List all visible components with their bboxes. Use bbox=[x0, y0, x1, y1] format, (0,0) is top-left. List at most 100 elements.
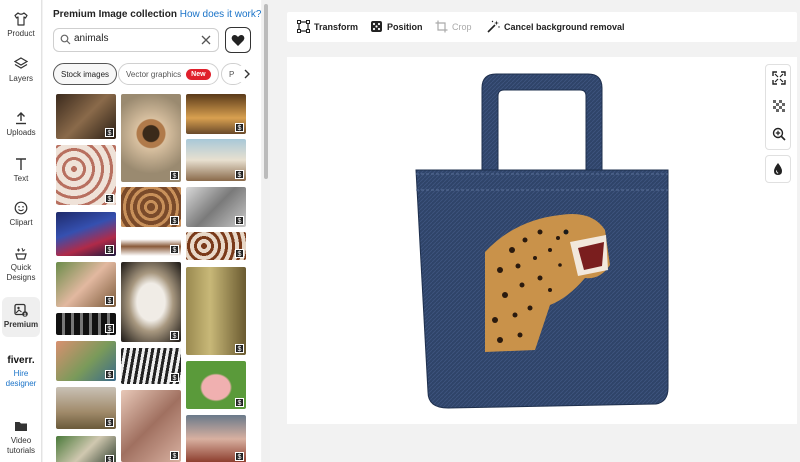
rail-product-label: Product bbox=[7, 29, 35, 38]
crop-icon bbox=[435, 20, 448, 33]
search-box bbox=[53, 28, 219, 52]
close-icon[interactable] bbox=[200, 34, 212, 46]
search-input[interactable] bbox=[74, 33, 194, 44]
transform-icon bbox=[297, 20, 310, 33]
price-badge: $ bbox=[105, 324, 114, 333]
image-result[interactable]: $ bbox=[186, 232, 246, 260]
image-result[interactable]: $ bbox=[56, 387, 116, 429]
rail-premium[interactable]: $ Premium bbox=[2, 297, 40, 337]
image-result[interactable]: $ bbox=[56, 94, 116, 139]
price-badge: $ bbox=[170, 171, 179, 180]
rail-uploads[interactable]: Uploads bbox=[0, 111, 42, 138]
panel-title-text: Premium Image collection bbox=[53, 9, 177, 20]
image-result[interactable]: $ bbox=[121, 348, 181, 384]
rail-layers[interactable]: Layers bbox=[0, 57, 42, 84]
image-results-grid: $ $ $ $ $ $ $ $ $ $ $ $ $ $ $ $ $ $ $ $ … bbox=[53, 92, 249, 462]
editor-toolbar: Transform Position Crop Cancel backgroun… bbox=[287, 12, 797, 42]
chevron-right-icon bbox=[244, 69, 250, 79]
scrollbar-thumb[interactable] bbox=[264, 4, 268, 179]
price-badge: $ bbox=[235, 216, 244, 225]
magic-icon bbox=[15, 247, 27, 260]
transform-button[interactable]: Transform bbox=[297, 20, 358, 33]
layers-icon bbox=[14, 57, 28, 69]
rail-clipart[interactable]: Clipart bbox=[0, 201, 42, 228]
chip-partial-label: P bbox=[229, 69, 235, 79]
panel-title: Premium Image collection How does it wor… bbox=[53, 9, 261, 20]
fullscreen-icon[interactable] bbox=[772, 71, 786, 85]
magic-wand-icon bbox=[487, 20, 500, 33]
ink-drop-icon bbox=[774, 163, 782, 175]
left-rail: Product Layers Uploads Text Clipart Quic… bbox=[0, 0, 42, 462]
price-badge: $ bbox=[235, 398, 244, 407]
image-result[interactable]: $ bbox=[186, 267, 246, 355]
price-badge: $ bbox=[105, 455, 114, 462]
text-icon bbox=[16, 158, 26, 170]
rail-video-tutorials-label: Video tutorials bbox=[6, 436, 35, 455]
hire-designer-link[interactable]: Hire designer bbox=[5, 369, 37, 389]
rail-quick-designs[interactable]: Quick Designs bbox=[0, 246, 42, 283]
price-badge: $ bbox=[105, 128, 114, 137]
how-it-works-link[interactable]: How does it work? bbox=[180, 9, 262, 20]
position-button[interactable]: Position bbox=[370, 20, 423, 33]
price-badge: $ bbox=[170, 216, 179, 225]
image-result[interactable]: $ bbox=[121, 232, 181, 256]
image-result[interactable]: $ bbox=[56, 341, 116, 381]
rail-premium-label: Premium bbox=[3, 320, 39, 329]
canvas-side-tools bbox=[765, 64, 791, 150]
image-result[interactable]: $ bbox=[121, 187, 181, 227]
panel-scrollbar[interactable] bbox=[262, 0, 270, 462]
chip-stock-images[interactable]: Stock images bbox=[53, 63, 118, 85]
rail-text-label: Text bbox=[13, 174, 29, 183]
price-badge: $ bbox=[170, 245, 179, 254]
fiverr-logo: fiverr. bbox=[7, 355, 35, 366]
image-result[interactable]: $ bbox=[121, 390, 181, 462]
rail-product[interactable]: Product bbox=[0, 12, 42, 39]
price-badge: $ bbox=[170, 451, 179, 460]
price-badge: $ bbox=[105, 296, 114, 305]
cancel-bg-label: Cancel background removal bbox=[504, 21, 625, 32]
ink-button[interactable] bbox=[765, 155, 791, 183]
category-chips: Stock images Vector graphics New P bbox=[53, 63, 255, 85]
premium-image-panel: Premium Image collection How does it wor… bbox=[43, 0, 261, 462]
rail-video-tutorials[interactable]: Video tutorials bbox=[0, 419, 42, 456]
image-result[interactable]: $ bbox=[56, 145, 116, 205]
rail-hire-designer[interactable]: fiverr. Hire designer bbox=[0, 356, 42, 389]
chips-next-button[interactable] bbox=[239, 66, 255, 82]
price-badge: $ bbox=[235, 249, 244, 258]
image-result[interactable]: $ bbox=[186, 415, 246, 462]
price-badge: $ bbox=[105, 418, 114, 427]
crop-button[interactable]: Crop bbox=[435, 20, 472, 33]
image-result[interactable]: $ bbox=[186, 139, 246, 181]
image-result[interactable]: $ bbox=[56, 262, 116, 307]
image-result[interactable]: $ bbox=[56, 313, 116, 335]
image-result[interactable]: $ bbox=[56, 436, 116, 462]
rail-text[interactable]: Text bbox=[0, 157, 42, 184]
image-result[interactable]: $ bbox=[186, 94, 246, 134]
transform-label: Transform bbox=[314, 21, 359, 32]
price-badge: $ bbox=[105, 194, 114, 203]
rail-clipart-label: Clipart bbox=[9, 218, 33, 227]
price-badge: $ bbox=[235, 452, 244, 461]
tshirt-icon bbox=[14, 12, 28, 26]
smiley-icon bbox=[14, 201, 28, 215]
search-icon bbox=[60, 34, 71, 45]
image-result[interactable]: $ bbox=[121, 94, 181, 182]
image-result[interactable]: $ bbox=[186, 361, 246, 409]
image-result[interactable]: $ bbox=[56, 212, 116, 256]
tote-bag-mockup[interactable] bbox=[400, 70, 680, 415]
cancel-background-removal-button[interactable]: Cancel background removal bbox=[487, 20, 625, 33]
price-badge: $ bbox=[170, 331, 179, 340]
zoom-in-icon[interactable] bbox=[772, 127, 786, 141]
price-badge: $ bbox=[235, 170, 244, 179]
image-result[interactable]: $ bbox=[121, 262, 181, 342]
transparency-grid-icon[interactable] bbox=[772, 99, 786, 113]
upload-icon bbox=[16, 112, 26, 125]
image-result[interactable]: $ bbox=[186, 187, 246, 227]
price-badge: $ bbox=[105, 370, 114, 379]
chip-stock-label: Stock images bbox=[61, 69, 110, 79]
price-badge: $ bbox=[235, 123, 244, 132]
rail-quick-designs-label: Quick Designs bbox=[6, 263, 36, 282]
price-badge: $ bbox=[235, 344, 244, 353]
chip-vector-graphics[interactable]: Vector graphics New bbox=[118, 63, 219, 85]
favorites-button[interactable] bbox=[225, 27, 251, 53]
